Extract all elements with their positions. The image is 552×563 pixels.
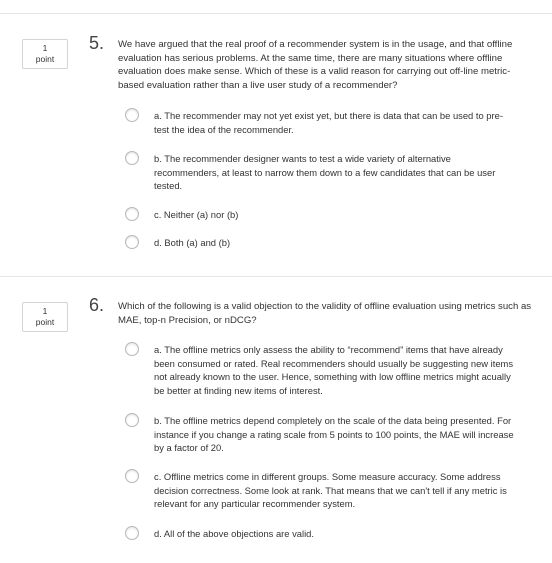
points-label: point: [35, 317, 55, 327]
question-number: 6.: [89, 295, 105, 315]
option-label: b. The offline metrics depend completely…: [154, 415, 514, 453]
radio-button[interactable]: [125, 342, 139, 356]
question-6: 1 point 6. Which of the following is a v…: [0, 0, 552, 563]
option-label: c. Offline metrics come in different gro…: [154, 471, 507, 509]
question-text: Which of the following is a valid object…: [118, 301, 532, 326]
radio-button[interactable]: [125, 526, 139, 540]
option-label: a. The offline metrics only assess the a…: [154, 344, 514, 396]
points-value: 1: [42, 306, 48, 316]
points-box: 1 point: [22, 302, 68, 332]
radio-button[interactable]: [125, 469, 139, 483]
radio-button[interactable]: [125, 413, 139, 427]
option-label: d. All of the above objections are valid…: [154, 528, 314, 539]
